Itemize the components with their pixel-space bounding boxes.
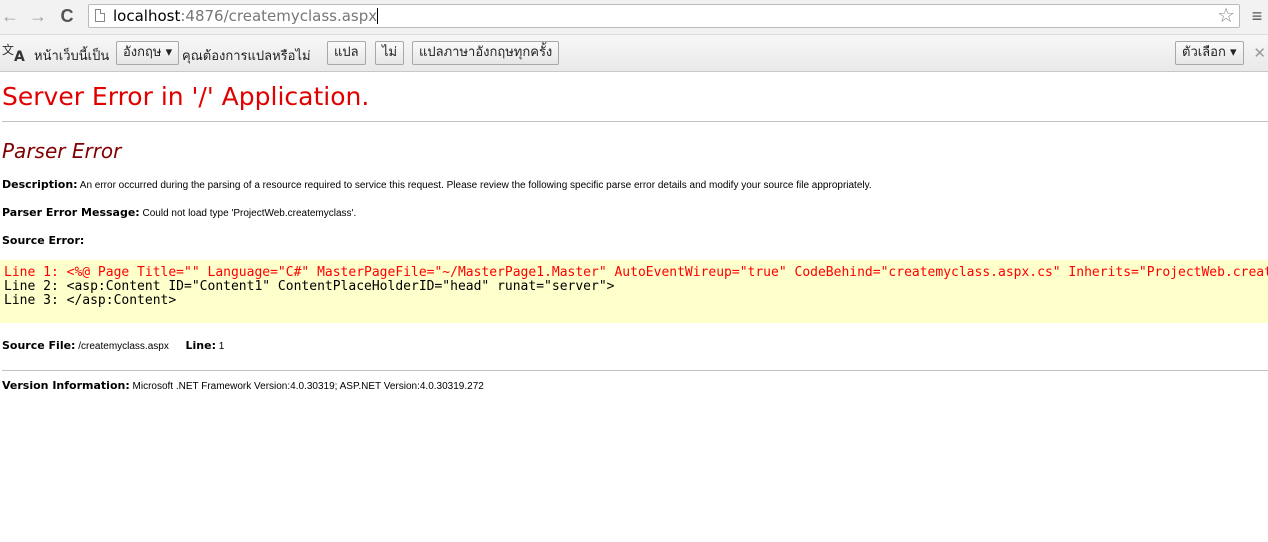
description-text: An error occurred during the parsing of … [79,180,872,191]
chrome-menu-icon[interactable]: ≡ [1250,6,1264,26]
bookmark-star-icon[interactable]: ☆ [1217,5,1235,27]
translate-icon: 文 A [2,41,28,65]
line-value: 1 [218,341,225,352]
code-line-2: Line 2: <asp:Content ID="Content1" Conte… [4,279,615,294]
translate-question: คุณต้องการแปลหรือไม่ [182,49,311,64]
source-error-label: Source Error: [2,234,85,247]
url-host: localhost [113,7,181,25]
text-caret [377,8,379,24]
code-line-1: Line 1: <%@ Page Title="" Language="C#" … [4,265,1268,280]
message-row: Parser Error Message: Could not load typ… [2,206,356,219]
source-file-label: Source File: [2,339,76,352]
reload-icon[interactable]: C [57,5,77,27]
no-translate-button[interactable]: ไม่ [375,41,405,65]
version-label: Version Information: [2,379,130,392]
version-text: Microsoft .NET Framework Version:4.0.303… [132,381,484,392]
version-row: Version Information: Microsoft .NET Fram… [2,379,484,392]
translate-infobar: 文 A หน้าเว็บนี้เป็น อังกฤษ ▾ คุณต้องการแ… [0,35,1268,72]
source-file-value: /createmyclass.aspx [78,341,169,352]
url-path: :4876/createmyclass.aspx [180,7,378,25]
message-text: Could not load type 'ProjectWeb.createmy… [142,208,357,219]
language-select[interactable]: อังกฤษ ▾ [116,41,180,65]
error-type-heading: Parser Error [2,139,122,163]
divider [2,121,1268,122]
forward-arrow-icon[interactable]: → [28,5,48,27]
close-icon[interactable]: ✕ [1253,44,1266,62]
options-button[interactable]: ตัวเลือก ▾ [1175,41,1244,65]
description-row: Description: An error occurred during th… [2,178,872,191]
code-line-3: Line 3: </asp:Content> [4,293,177,308]
translate-button[interactable]: แปล [327,41,366,65]
message-label: Parser Error Message: [2,206,140,219]
page-icon [95,9,105,22]
always-translate-button[interactable]: แปลภาษาอังกฤษทุกครั้ง [412,41,560,65]
page-title: Server Error in '/' Application. [2,82,370,111]
source-file-row: Source File: /createmyclass.aspx Line: 1 [2,339,224,352]
translate-icon-glyph-b: A [14,49,25,65]
address-bar[interactable]: localhost:4876/createmyclass.aspx ☆ [88,4,1240,28]
translate-icon-glyph-a: 文 [2,43,15,57]
back-arrow-icon[interactable]: ← [0,5,20,27]
line-label: Line: [185,339,216,352]
source-error-row: Source Error: [2,234,84,247]
url-text[interactable]: localhost:4876/createmyclass.aspx [113,7,379,25]
description-label: Description: [2,178,78,191]
page-language-label: หน้าเว็บนี้เป็น [34,49,110,64]
divider [2,370,1268,371]
source-code-block: Line 1: <%@ Page Title="" Language="C#" … [0,260,1268,323]
browser-toolbar: ← → C localhost:4876/createmyclass.aspx … [0,0,1268,35]
